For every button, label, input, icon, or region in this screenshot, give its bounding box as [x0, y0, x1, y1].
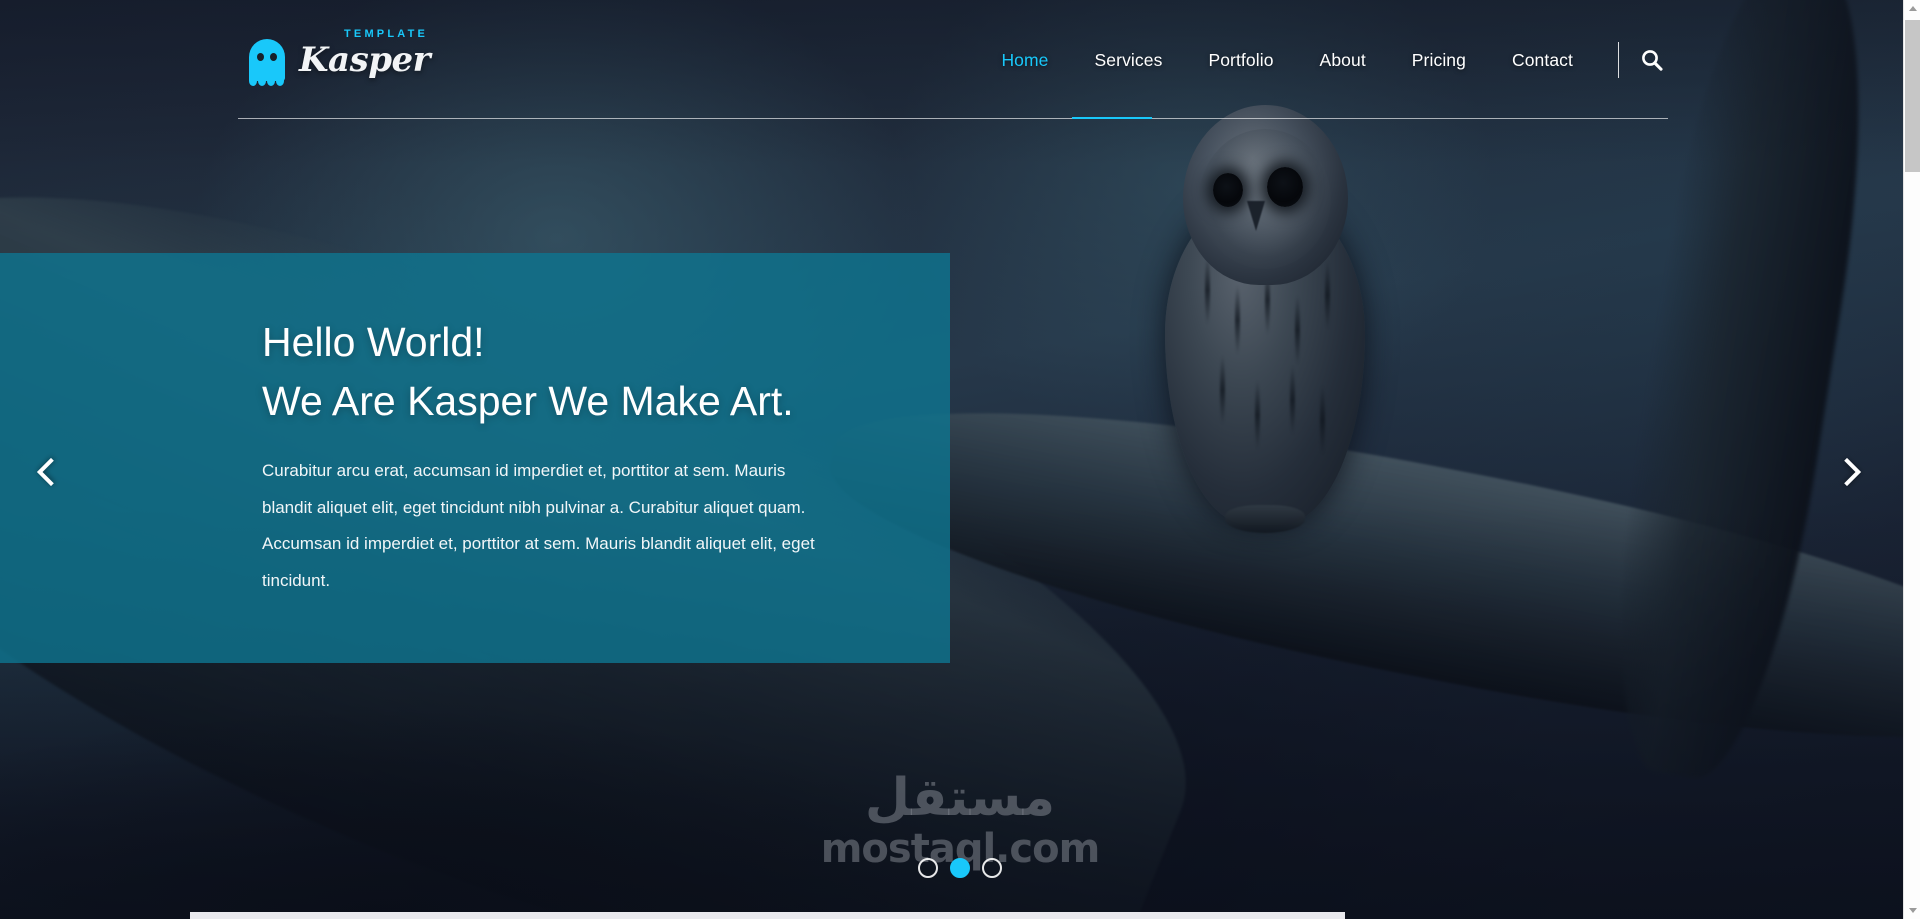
nav-item-home[interactable]: Home: [978, 50, 1071, 71]
header-active-indicator: [1072, 117, 1152, 119]
search-icon: [1640, 48, 1664, 72]
main-navigation: Home Services Portfolio About Pricing Co…: [978, 50, 1596, 71]
carousel-bullet-3[interactable]: [982, 858, 1002, 878]
header-right-cluster: Home Services Portfolio About Pricing Co…: [978, 37, 1675, 83]
header-bottom-rule: [238, 118, 1668, 119]
owl-eye-right: [1267, 167, 1303, 207]
carousel-next-button[interactable]: [1820, 442, 1880, 502]
next-section-peek: [190, 912, 1345, 919]
owl-illustration: [1155, 105, 1375, 533]
search-button[interactable]: [1629, 37, 1675, 83]
nav-item-portfolio[interactable]: Portfolio: [1185, 50, 1296, 71]
site-header: TEMPLATE Kasper Home Services Portfolio …: [0, 0, 1920, 120]
page-scrollbar[interactable]: [1903, 0, 1920, 919]
logo-template-label: TEMPLATE: [343, 28, 429, 40]
nav-item-services[interactable]: Services: [1072, 50, 1186, 71]
scroll-down-arrow-icon[interactable]: [1904, 902, 1920, 919]
carousel-bullet-1[interactable]: [918, 858, 938, 878]
hero-heading-line-2: We Are Kasper We Make Art.: [262, 377, 794, 424]
chevron-left-icon: [36, 457, 66, 487]
scroll-up-arrow-icon[interactable]: [1904, 0, 1920, 17]
owl-eye-left: [1213, 173, 1243, 207]
owl-feet: [1225, 505, 1305, 533]
nav-item-pricing[interactable]: Pricing: [1389, 50, 1489, 71]
nav-item-about[interactable]: About: [1297, 50, 1389, 71]
owl-head: [1183, 105, 1348, 285]
ghost-icon: [249, 39, 285, 86]
carousel-bullet-2[interactable]: [950, 858, 970, 878]
carousel-bullets: [0, 858, 1920, 878]
hero-heading-line-1: Hello World!: [262, 318, 485, 365]
header-divider: [1618, 42, 1619, 78]
background-branch-lower: [811, 352, 1920, 798]
nav-item-contact[interactable]: Contact: [1489, 50, 1596, 71]
hero-text-panel: Hello World! We Are Kasper We Make Art. …: [0, 253, 950, 663]
owl-body: [1165, 195, 1365, 525]
carousel-prev-button[interactable]: [18, 442, 78, 502]
owl-beak: [1247, 201, 1265, 231]
brand-logo[interactable]: TEMPLATE Kasper: [245, 29, 431, 86]
logo-name: Kasper: [299, 40, 431, 80]
page-root: TEMPLATE Kasper Home Services Portfolio …: [0, 0, 1920, 919]
scrollbar-thumb[interactable]: [1905, 20, 1920, 172]
hero-paragraph: Curabitur arcu erat, accumsan id imperdi…: [262, 461, 815, 590]
owl-face-disc: [1199, 129, 1331, 269]
chevron-right-icon: [1832, 457, 1862, 487]
